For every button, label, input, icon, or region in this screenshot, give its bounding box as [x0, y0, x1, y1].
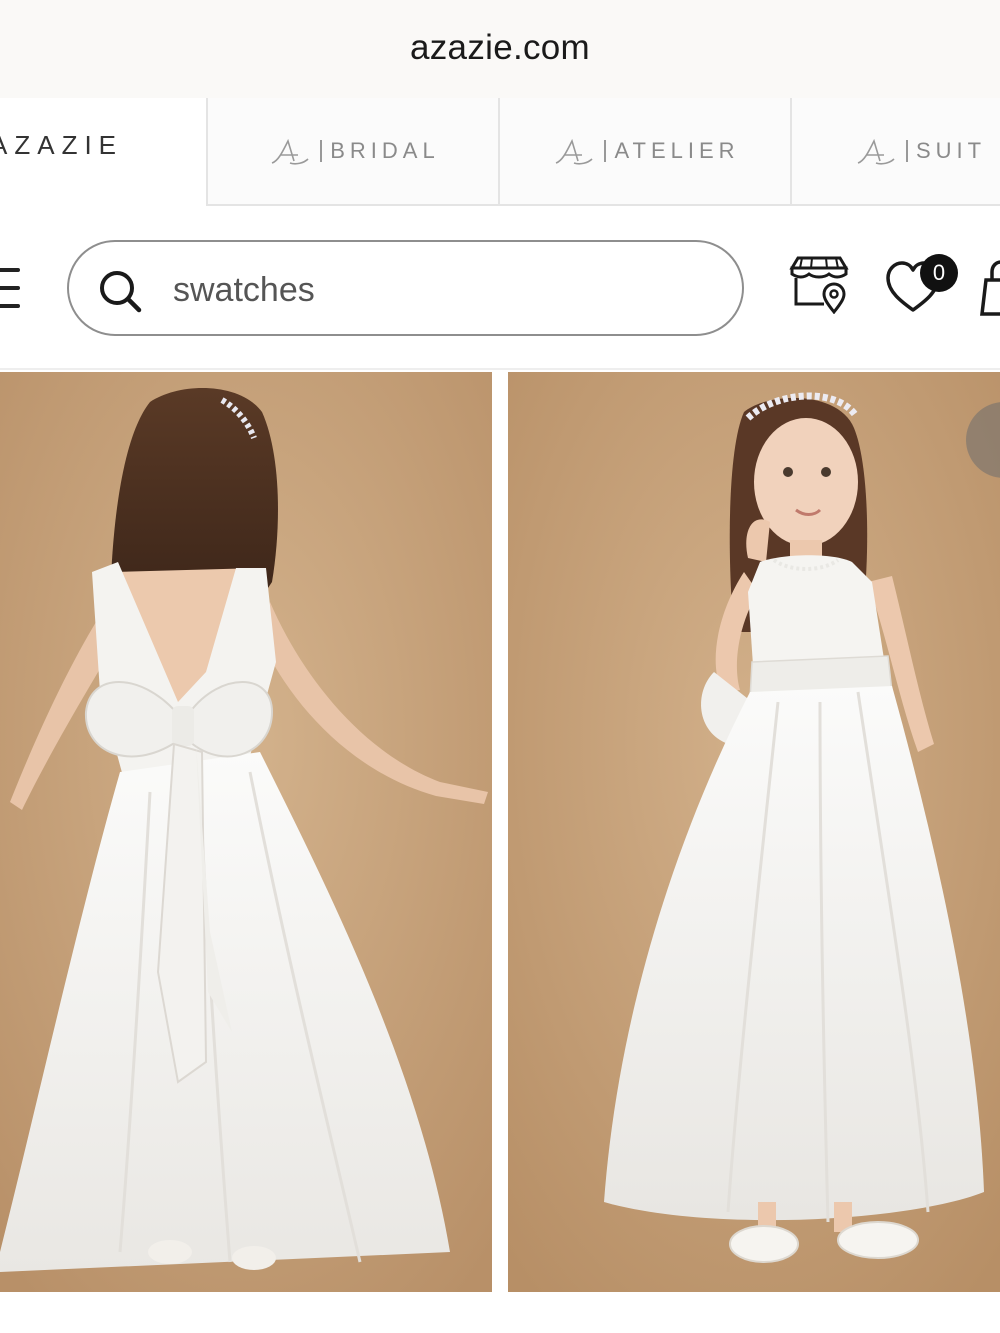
brand-tab-label: BRIDAL	[330, 138, 440, 163]
shopping-bag-icon[interactable]	[980, 260, 1000, 316]
brand-tabs: AZAZIE BRIDAL ATELIER SUIT	[0, 98, 1000, 208]
azazie-monogram-icon	[271, 138, 309, 165]
brand-tab-bridal[interactable]: BRIDAL	[206, 98, 500, 206]
search-bar[interactable]	[67, 240, 744, 336]
dress-back-view-image	[0, 372, 492, 1292]
wishlist-count-badge: 0	[920, 254, 958, 292]
azazie-monogram-icon	[857, 138, 895, 165]
brand-tab-label: SUIT	[916, 138, 987, 163]
menu-icon[interactable]	[0, 268, 20, 308]
url-text[interactable]: azazie.com	[0, 28, 1000, 68]
brand-separator	[320, 140, 323, 162]
dress-front-view-image	[508, 372, 1000, 1292]
brand-tab-suit[interactable]: SUIT	[790, 98, 1000, 206]
product-image-gallery	[0, 372, 1000, 1292]
brand-tab-azazie[interactable]: AZAZIE	[0, 130, 123, 161]
store-locator-icon[interactable]	[788, 256, 850, 314]
search-icon[interactable]	[97, 268, 143, 314]
brand-tab-label: ATELIER	[614, 138, 740, 163]
brand-separator	[604, 140, 607, 162]
search-input[interactable]	[173, 268, 693, 312]
azazie-monogram-icon	[556, 138, 594, 165]
product-photo-back-view[interactable]	[0, 372, 492, 1292]
brand-tab-atelier[interactable]: ATELIER	[498, 98, 792, 206]
page-bottom-spacer	[0, 1292, 1000, 1333]
brand-separator	[906, 140, 908, 162]
product-photo-front-view[interactable]	[508, 372, 1000, 1292]
site-header: 0	[0, 208, 1000, 370]
browser-url-bar[interactable]: azazie.com	[0, 0, 1000, 98]
